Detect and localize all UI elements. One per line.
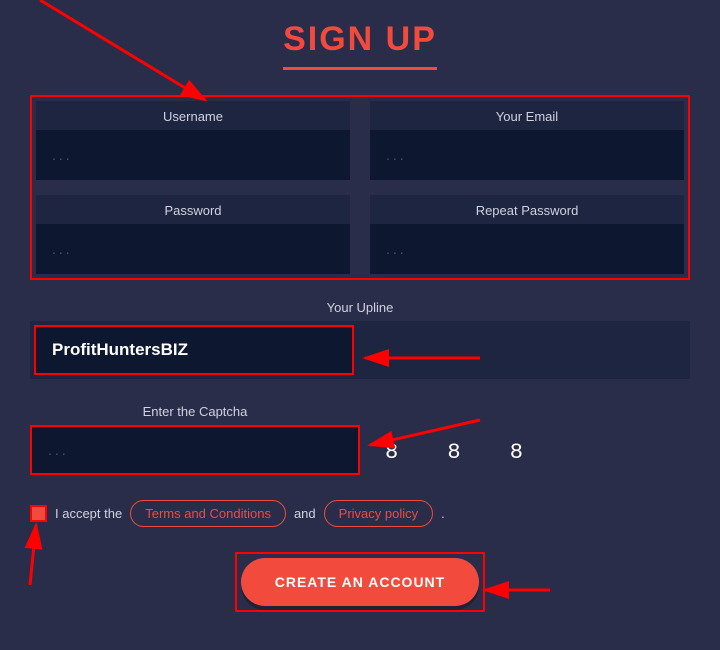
captcha-input[interactable]: [32, 427, 358, 473]
create-account-button[interactable]: CREATE AN ACCOUNT: [241, 558, 479, 606]
terms-row: I accept the Terms and Conditions and Pr…: [30, 500, 690, 527]
page-title: SIGN UP: [283, 20, 437, 70]
password-group: Password: [36, 195, 350, 274]
username-input[interactable]: [36, 130, 350, 180]
captcha-code: 8 8 8: [385, 440, 541, 475]
credentials-group: Username Your Email Password Repeat Pass…: [30, 95, 690, 280]
terms-checkbox[interactable]: [30, 505, 47, 522]
upline-label: Your Upline: [30, 300, 690, 315]
privacy-link[interactable]: Privacy policy: [324, 500, 433, 527]
username-group: Username: [36, 101, 350, 180]
repeat-password-group: Repeat Password: [370, 195, 684, 274]
terms-suffix: .: [441, 506, 445, 521]
repeat-password-input[interactable]: [370, 224, 684, 274]
upline-input[interactable]: [36, 327, 352, 373]
repeat-password-label: Repeat Password: [370, 203, 684, 218]
terms-and: and: [294, 506, 316, 521]
terms-prefix: I accept the: [55, 506, 122, 521]
password-input[interactable]: [36, 224, 350, 274]
signup-form: Username Your Email Password Repeat Pass…: [0, 95, 720, 612]
captcha-label: Enter the Captcha: [30, 404, 360, 419]
username-label: Username: [36, 109, 350, 124]
email-input[interactable]: [370, 130, 684, 180]
terms-link[interactable]: Terms and Conditions: [130, 500, 286, 527]
captcha-section: Enter the Captcha 8 8 8: [30, 404, 690, 475]
upline-section: Your Upline: [30, 300, 690, 379]
password-label: Password: [36, 203, 350, 218]
email-label: Your Email: [370, 109, 684, 124]
email-group: Your Email: [370, 101, 684, 180]
